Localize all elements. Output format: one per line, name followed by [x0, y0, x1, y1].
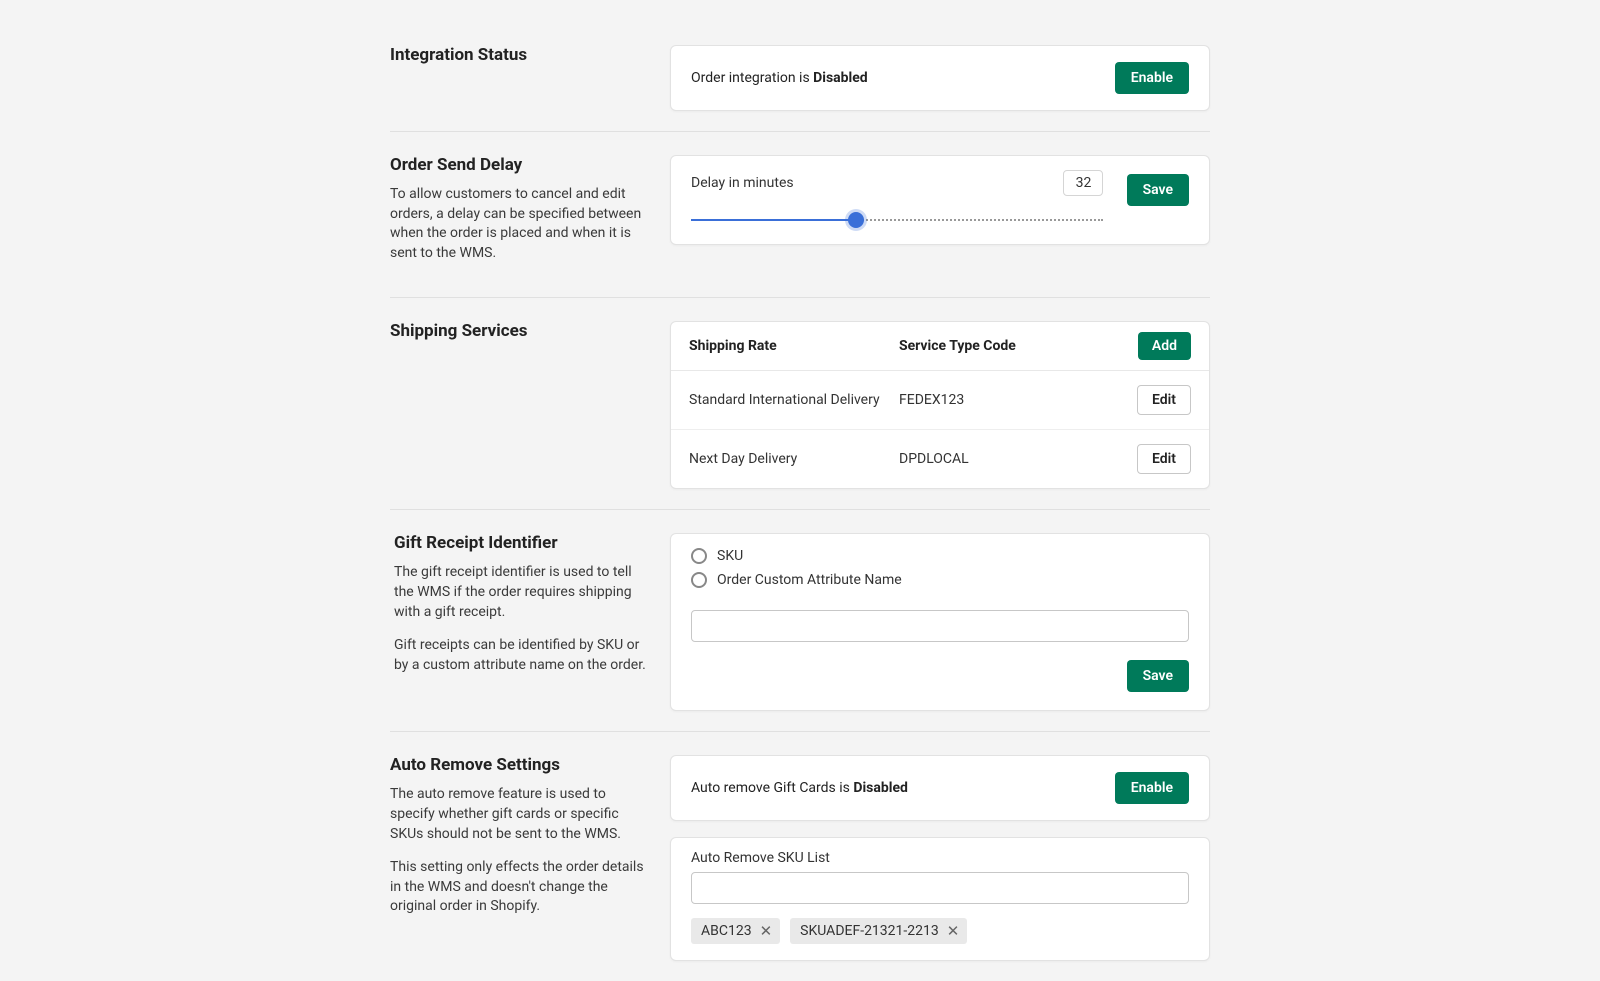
gift-desc1: The gift receipt identifier is used to t… [394, 563, 650, 622]
auto-status-prefix: Auto remove Gift Cards is [691, 780, 853, 796]
auto-desc1: The auto remove feature is used to speci… [390, 785, 650, 844]
sku-tag-label: SKUADEF-21321-2213 [800, 923, 939, 939]
shipping-edit-button[interactable]: Edit [1137, 385, 1191, 415]
shipping-header-code: Service Type Code [899, 338, 1121, 354]
sku-tag: SKUADEF-21321-2213 ✕ [790, 918, 967, 944]
gift-radio-attr[interactable]: Order Custom Attribute Name [691, 572, 1189, 588]
shipping-title: Shipping Services [390, 321, 650, 341]
sku-tag-label: ABC123 [701, 923, 752, 939]
shipping-row: Standard International Delivery FEDEX123… [671, 371, 1209, 430]
delay-slider-thumb[interactable] [848, 212, 864, 228]
gift-radio-sku-label: SKU [717, 548, 743, 564]
delay-slider[interactable] [691, 210, 1103, 230]
auto-desc2: This setting only effects the order deta… [390, 858, 650, 917]
integration-status-prefix: Order integration is [691, 70, 813, 86]
gift-save-button[interactable]: Save [1127, 660, 1189, 692]
shipping-edit-button[interactable]: Edit [1137, 444, 1191, 474]
shipping-table-header: Shipping Rate Service Type Code Add [671, 322, 1209, 371]
shipping-rate-cell: Next Day Delivery [689, 451, 899, 467]
section-integration-status: Integration Status Order integration is … [390, 40, 1210, 132]
radio-icon [691, 572, 707, 588]
integration-status-value: Disabled [813, 70, 868, 86]
section-gift-receipt: Gift Receipt Identifier The gift receipt… [390, 528, 1210, 732]
section-order-send-delay: Order Send Delay To allow customers to c… [390, 150, 1210, 298]
delay-value-box[interactable]: 32 [1063, 170, 1103, 196]
auto-sku-label: Auto Remove SKU List [691, 850, 1189, 866]
shipping-code-cell: DPDLOCAL [899, 451, 1121, 467]
order-delay-desc: To allow customers to cancel and edit or… [390, 185, 650, 263]
close-icon[interactable]: ✕ [760, 924, 773, 939]
auto-status-text: Auto remove Gift Cards is Disabled [691, 780, 908, 796]
integration-status-text: Order integration is Disabled [691, 70, 868, 86]
auto-enable-button[interactable]: Enable [1115, 772, 1189, 804]
sku-tag: ABC123 ✕ [691, 918, 780, 944]
shipping-code-cell: FEDEX123 [899, 392, 1121, 408]
gift-identifier-input[interactable] [691, 610, 1189, 642]
delay-save-button[interactable]: Save [1127, 174, 1189, 206]
gift-desc2: Gift receipts can be identified by SKU o… [394, 636, 650, 675]
radio-icon [691, 548, 707, 564]
gift-radio-attr-label: Order Custom Attribute Name [717, 572, 902, 588]
auto-title: Auto Remove Settings [390, 755, 650, 775]
delay-label: Delay in minutes [691, 175, 794, 191]
shipping-add-button[interactable]: Add [1138, 332, 1191, 360]
close-icon[interactable]: ✕ [947, 924, 960, 939]
order-delay-title: Order Send Delay [390, 155, 650, 175]
shipping-rate-cell: Standard International Delivery [689, 392, 899, 408]
section-auto-remove: Auto Remove Settings The auto remove fea… [390, 750, 1210, 981]
auto-status-value: Disabled [853, 780, 908, 796]
gift-radio-sku[interactable]: SKU [691, 548, 1189, 564]
section-shipping-services: Shipping Services Shipping Rate Service … [390, 316, 1210, 510]
gift-title: Gift Receipt Identifier [394, 533, 650, 553]
enable-integration-button[interactable]: Enable [1115, 62, 1189, 94]
shipping-header-rate: Shipping Rate [689, 338, 899, 354]
shipping-row: Next Day Delivery DPDLOCAL Edit [671, 430, 1209, 488]
integration-status-title: Integration Status [390, 45, 650, 65]
